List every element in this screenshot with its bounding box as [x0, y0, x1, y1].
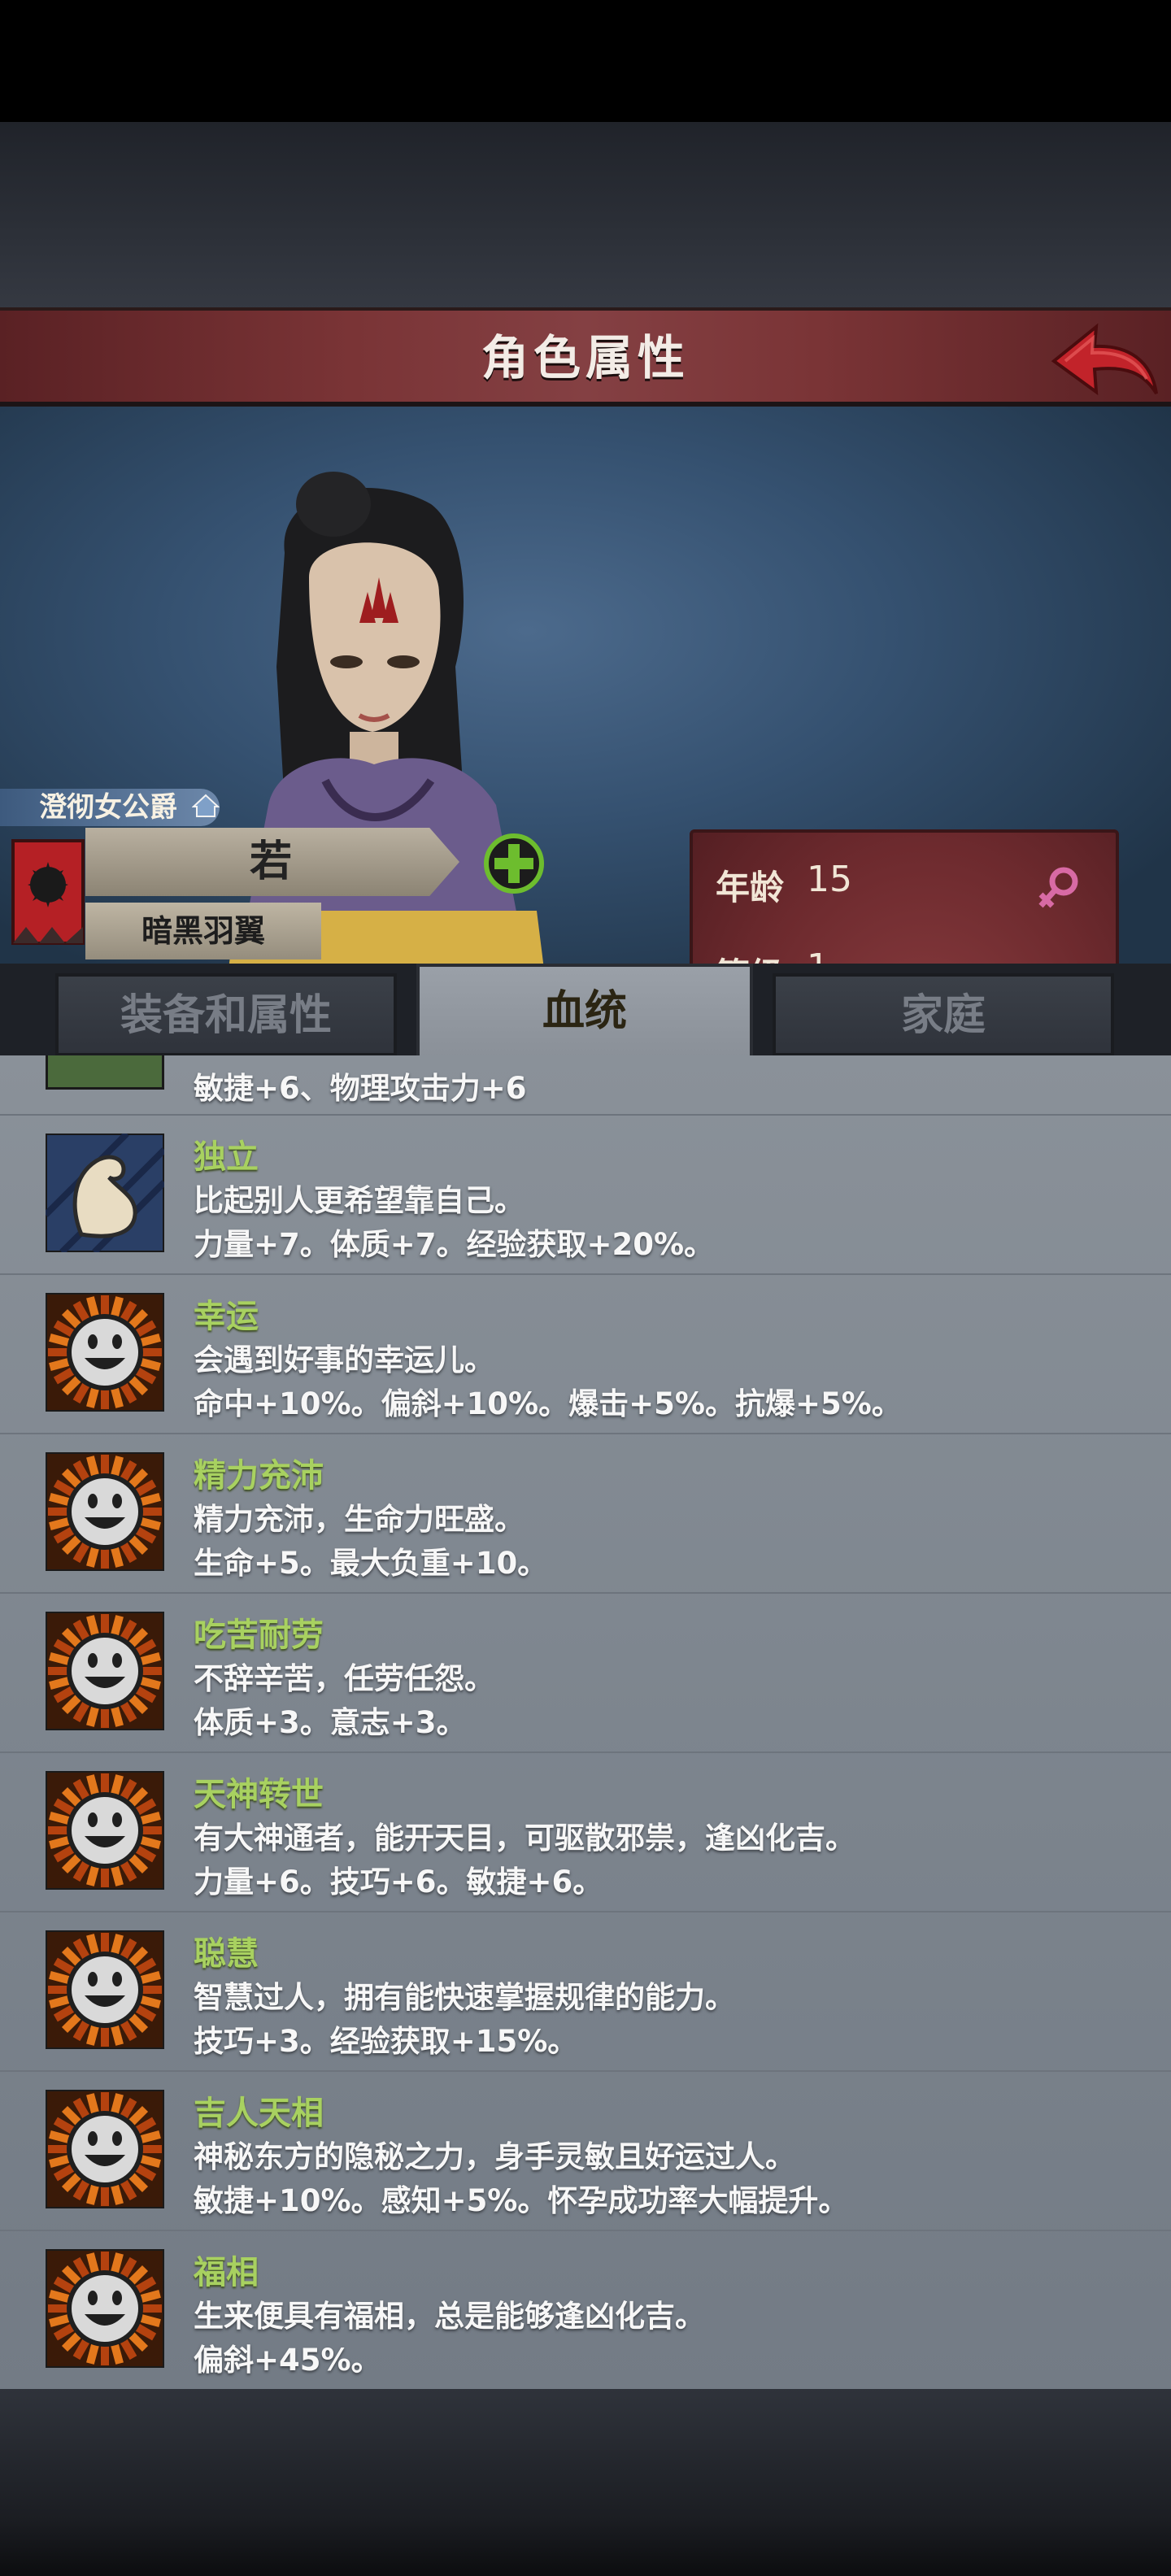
list-item[interactable]: 独立比起别人更希望靠自己。力量+7。体质+7。经验获取+20%。 — [0, 1114, 1171, 1273]
trait-list[interactable]: 敏捷+6、物理攻击力+6 独立比起别人更希望靠自己。力量+7。体质+7。经验获取… — [0, 1055, 1171, 2389]
trait-description: 智慧过人，拥有能快速掌握规律的能力。 — [194, 1980, 735, 2015]
trait-effect: 生命+5。最大负重+10。 — [194, 1546, 548, 1581]
list-item[interactable]: 福相生来便具有福相，总是能够逢凶化吉。 偏斜+45%。 — [0, 2230, 1171, 2389]
bottom-backdrop — [0, 2389, 1171, 2576]
trait-name: 天神转世 — [194, 1776, 324, 1813]
smiley-face-icon — [44, 1291, 166, 1413]
house-icon — [191, 790, 220, 828]
house-name: 暗黑羽翼 — [85, 903, 321, 959]
trait-name: 幸运 — [194, 1298, 259, 1335]
trait-icon — [46, 1055, 164, 1090]
trait-name: 精力充沛 — [194, 1457, 324, 1495]
page-title: 角色属性 — [481, 330, 690, 385]
trait-effect: 力量+6。技巧+6。敏捷+6。 — [194, 1865, 603, 1899]
trait-name: 福相 — [194, 2254, 259, 2291]
plus-icon — [484, 833, 544, 894]
trait-description: 比起别人更希望靠自己。 — [194, 1183, 525, 1218]
trait-effect: 力量+7。体质+7。经验获取+20%。 — [194, 1227, 715, 1262]
trait-description: 会遇到好事的幸运儿。 — [194, 1342, 494, 1377]
age-value: 15 — [807, 859, 852, 900]
smiley-face-icon — [44, 1610, 166, 1732]
character-panel: 澄彻女公爵 若 暗黑羽翼 年龄 15 等级 1 — [0, 407, 1171, 968]
back-button[interactable] — [1047, 320, 1161, 398]
tab-equipment[interactable]: 装备和属性 — [55, 973, 397, 1056]
trait-effect: 敏捷+10%。感知+5%。怀孕成功率大幅提升。 — [194, 2183, 849, 2218]
house-banner-icon — [11, 839, 85, 945]
smiley-face-icon — [44, 1929, 166, 2051]
trait-name: 吃苦耐劳 — [194, 1617, 324, 1654]
trait-effect: 体质+3。意志+3。 — [194, 1705, 467, 1740]
top-backdrop — [0, 122, 1171, 309]
smiley-face-icon — [44, 2247, 166, 2369]
red-back-arrow-icon — [1051, 323, 1158, 396]
smiley-face-icon — [44, 1451, 166, 1573]
trait-name: 吉人天相 — [194, 2095, 324, 2132]
list-item[interactable]: 敏捷+6、物理攻击力+6 — [0, 1055, 1171, 1114]
tab-bar: 装备和属性 血统 家庭 — [0, 964, 1171, 1058]
trait-effect: 敏捷+6、物理攻击力+6 — [194, 1071, 527, 1106]
smiley-face-icon — [44, 1769, 166, 1891]
list-item[interactable]: 精力充沛精力充沛，生命力旺盛。 生命+5。最大负重+10。 — [0, 1433, 1171, 1592]
character-title-text: 澄彻女公爵 — [39, 791, 177, 824]
list-item[interactable]: 幸运会遇到好事的幸运儿。命中+10%。偏斜+10%。爆击+5%。抗爆+5%。 — [0, 1273, 1171, 1433]
trait-description: 不辞辛苦，任劳任怨。 — [194, 1661, 494, 1696]
title-bar: 角色属性 — [0, 307, 1171, 407]
list-item[interactable]: 天神转世有大神通者，能开天目，可驱散邪祟，逢凶化吉。 力量+6。技巧+6。敏捷+6… — [0, 1751, 1171, 1911]
trait-name: 聪慧 — [194, 1935, 259, 1973]
tab-family[interactable]: 家庭 — [773, 973, 1114, 1056]
trait-description: 有大神通者，能开天目，可驱散邪祟，逢凶化吉。 — [194, 1821, 855, 1856]
trait-effect: 技巧+3。经验获取+15%。 — [194, 2024, 578, 2059]
add-button[interactable] — [481, 831, 546, 896]
trait-description: 生来便具有福相，总是能够逢凶化吉。 — [194, 2299, 705, 2334]
list-item[interactable]: 聪慧智慧过人，拥有能快速掌握规律的能力。 技巧+3。经验获取+15%。 — [0, 1911, 1171, 2070]
flexed-arm-icon — [43, 1131, 167, 1255]
trait-description: 神秘东方的隐秘之力，身手灵敏且好运过人。 — [194, 2139, 795, 2174]
list-item[interactable]: 吃苦耐劳不辞辛苦，任劳任怨。 体质+3。意志+3。 — [0, 1592, 1171, 1751]
stats-card: 年龄 15 等级 1 新兵 经验 0% — [690, 829, 1119, 968]
trait-description: 精力充沛，生命力旺盛。 — [194, 1502, 525, 1537]
smiley-face-icon — [44, 2088, 166, 2210]
trait-effect: 偏斜+45%。 — [194, 2343, 381, 2378]
age-label: 年龄 — [716, 868, 785, 907]
trait-effect: 命中+10%。偏斜+10%。爆击+5%。抗爆+5%。 — [194, 1386, 902, 1421]
top-black-bar — [0, 0, 1171, 122]
trait-name: 独立 — [194, 1138, 259, 1176]
list-item[interactable]: 吉人天相神秘东方的隐秘之力，身手灵敏且好运过人。敏捷+10%。感知+5%。怀孕成… — [0, 2070, 1171, 2230]
character-title-tag: 澄彻女公爵 — [0, 789, 220, 826]
character-name: 若 — [85, 828, 459, 896]
female-icon — [1038, 867, 1078, 908]
tab-bloodline[interactable]: 血统 — [416, 964, 753, 1058]
